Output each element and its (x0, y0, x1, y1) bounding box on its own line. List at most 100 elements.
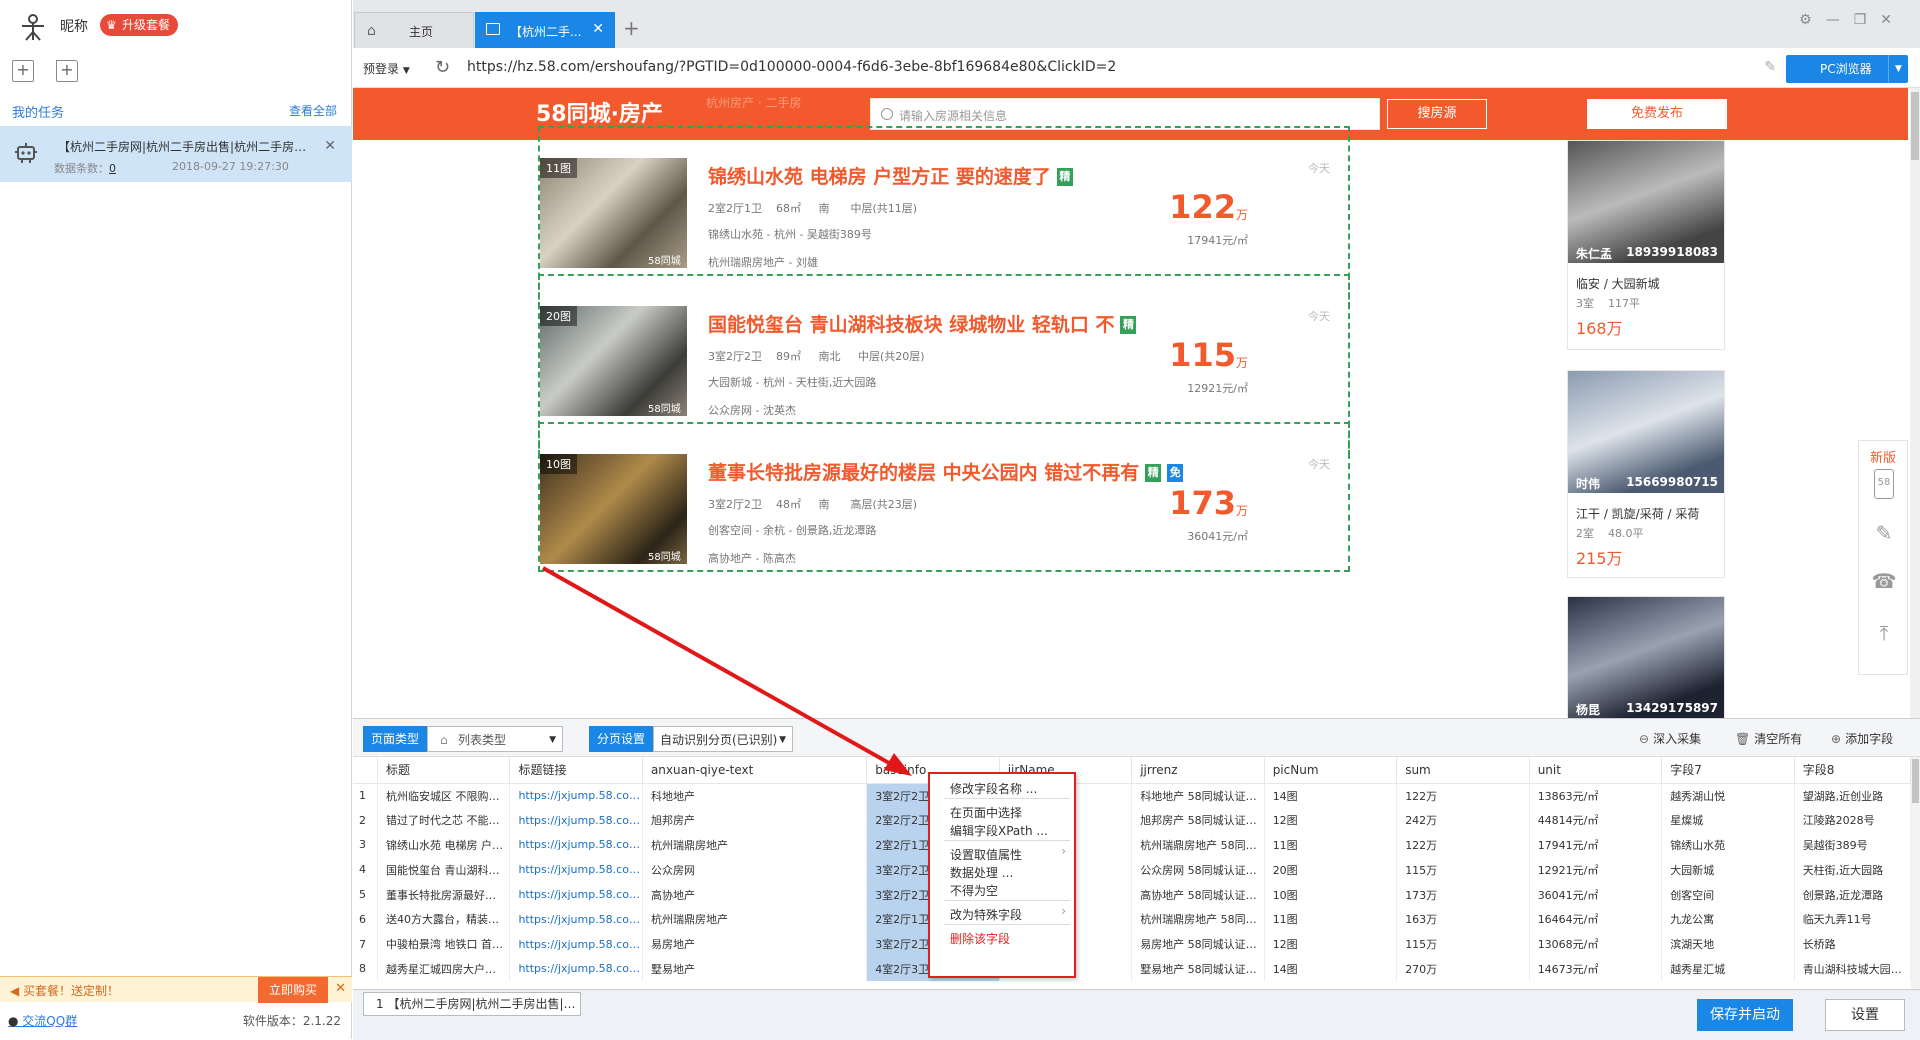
table-cell[interactable]: 大园新城 (1661, 857, 1795, 883)
column-header[interactable]: anxuan-qiye-text (642, 757, 868, 784)
table-cell[interactable]: 错过了时代之芯 不能… (377, 807, 511, 833)
column-header[interactable]: jjrrenz (1131, 757, 1265, 784)
table-cell[interactable]: 九龙公寓 (1661, 906, 1795, 932)
new-version-label[interactable]: 新版 (1859, 447, 1907, 466)
table-cell[interactable]: 11图 (1264, 906, 1398, 932)
task-item[interactable]: 【杭州二手房网|杭州二手房出售|杭州二手房… 数据条数：0 2018-09-27… (0, 126, 352, 182)
table-row[interactable]: 7 中骏柏景湾 地铁口 首… https://jxjump.58.com… 易房地产 3… (353, 931, 1911, 957)
column-header[interactable]: 标题链接 (509, 757, 643, 784)
table-cell[interactable]: https://jxjump.58.com… (509, 931, 643, 957)
buy-now-button[interactable]: 立即购买 (258, 977, 328, 1003)
row-index[interactable]: 6 (353, 906, 378, 932)
side-listing-card[interactable]: 朱仁孟 18939918083 临安 / 大园新城 3室 117平 168万 (1567, 140, 1725, 350)
side-listing-card[interactable]: 时伟 15669980715 江干 / 凯旋/采荷 / 采荷 2室 48.0平 … (1567, 370, 1725, 578)
table-cell[interactable]: 122万 (1396, 832, 1530, 858)
table-cell[interactable]: 吴越街389号 (1794, 832, 1911, 858)
table-cell[interactable]: 易房地产 58同城认证… (1131, 931, 1265, 957)
table-row[interactable]: 1 杭州临安城区 不限购… https://jxjump.58.com… 科地地产 3室… (353, 783, 1911, 808)
table-cell[interactable]: 115万 (1396, 931, 1530, 957)
tab-home[interactable]: ⌂ 主页 (354, 12, 474, 48)
upgrade-button[interactable]: ♛ 升级套餐 (100, 14, 179, 36)
table-cell[interactable]: 16464元/㎡ (1529, 906, 1663, 932)
close-icon[interactable]: ✕ (324, 138, 336, 154)
row-index[interactable]: 5 (353, 882, 378, 907)
table-cell[interactable]: 242万 (1396, 807, 1530, 833)
column-header[interactable]: unit (1529, 757, 1663, 784)
table-cell[interactable]: 越秀星汇城四房大户… (377, 956, 511, 982)
close-icon[interactable]: ✕ (592, 21, 604, 37)
table-cell[interactable]: 36041元/㎡ (1529, 882, 1663, 907)
table-cell[interactable]: 20图 (1264, 857, 1398, 883)
table-cell[interactable]: 17941元/㎡ (1529, 832, 1663, 858)
table-cell[interactable]: 12921元/㎡ (1529, 857, 1663, 883)
view-all-link[interactable]: 查看全部 (289, 102, 337, 119)
task-count-value[interactable]: 0 (109, 162, 116, 175)
back-to-top-icon[interactable]: ⤒ (1871, 621, 1897, 651)
table-cell[interactable]: https://jxjump.58.com… (509, 882, 643, 907)
table-cell[interactable]: 杭州瑞鼎房地产 58同… (1131, 832, 1265, 858)
row-index[interactable]: 8 (353, 956, 378, 982)
table-row[interactable]: 8 越秀星汇城四房大户… https://jxjump.58.com… 墅易地产 4室2… (353, 956, 1911, 982)
save-start-button[interactable]: 保存并启动 (1697, 999, 1793, 1031)
scrollbar-thumb[interactable] (1912, 759, 1919, 803)
site-logo[interactable]: 58同城·房产 (536, 96, 663, 128)
table-cell[interactable]: 旭邦房产 58同城认证… (1131, 807, 1265, 833)
side-listing-card[interactable]: 杨昆 13429175897 (1567, 596, 1725, 718)
listing-title[interactable]: 国能悦玺台 青山湖科技板块 绿城物业 轻轨口 不精 (708, 310, 1137, 337)
table-cell[interactable]: 杭州瑞鼎房地产 (642, 832, 868, 858)
table-cell[interactable]: 公众房网 58同城认证… (1131, 857, 1265, 883)
table-cell[interactable]: 14图 (1264, 956, 1398, 982)
table-cell[interactable]: 墅易地产 58同城认证… (1131, 956, 1265, 982)
table-cell[interactable]: https://jxjump.58.com… (509, 832, 643, 858)
table-cell[interactable]: 越秀星汇城 (1661, 956, 1795, 982)
close-window-icon[interactable]: ✕ (1880, 12, 1906, 28)
table-cell[interactable]: 14673元/㎡ (1529, 956, 1663, 982)
browser-mode-button[interactable]: PC浏览器 ▼ (1786, 55, 1908, 83)
table-cell[interactable]: https://jxjump.58.com… (509, 807, 643, 833)
table-row[interactable]: 4 国能悦玺台 青山湖科… https://jxjump.58.com… 公众房网 3室… (353, 857, 1911, 883)
column-header[interactable]: sum (1396, 757, 1530, 784)
table-cell[interactable]: 13068元/㎡ (1529, 931, 1663, 957)
close-icon[interactable]: ✕ (335, 981, 346, 996)
edit-icon[interactable]: ✎ (1764, 59, 1776, 75)
minimize-icon[interactable]: — (1826, 12, 1854, 28)
table-cell[interactable]: 13863元/㎡ (1529, 783, 1663, 808)
table-row[interactable]: 2 错过了时代之芯 不能… https://jxjump.58.com… 旭邦房产 2室… (353, 807, 1911, 833)
table-row[interactable]: 3 锦绣山水苑 电梯房 户… https://jxjump.58.com… 杭州瑞鼎房… (353, 832, 1911, 858)
table-row[interactable]: 6 送40方大露台，精装… https://jxjump.58.com… 杭州瑞鼎房地… (353, 906, 1911, 932)
qq-group-link[interactable]: ● 交流QQ群 (8, 1012, 77, 1029)
menu-rename-field[interactable]: 修改字段名称 ... (950, 780, 1037, 797)
table-cell[interactable]: 10图 (1264, 882, 1398, 907)
add-field-button[interactable]: ⊕ 添加字段 (1831, 730, 1893, 747)
table-cell[interactable]: 杭州临安城区 不限购… (377, 783, 511, 808)
table-cell[interactable]: 送40方大露台，精装… (377, 906, 511, 932)
paging-select[interactable]: 自动识别分页(已识别) ▼ (653, 726, 793, 752)
listing-item[interactable]: 10图 58同城 董事长特批房源最好的楼层 中央公园内 错过不再有精免 3室2厅… (538, 422, 1350, 572)
table-cell[interactable]: 高协地产 58同城认证… (1131, 882, 1265, 907)
table-cell[interactable]: 临天九弄11号 (1794, 906, 1911, 932)
table-cell[interactable]: 天柱街,近大园路 (1794, 857, 1911, 883)
new-folder-icon[interactable]: + (56, 60, 78, 82)
search-button[interactable]: 搜房源 (1387, 99, 1487, 129)
page-tab[interactable]: 1 【杭州二手房网|杭州二手房出售|… (363, 992, 581, 1016)
table-cell[interactable]: 易房地产 (642, 931, 868, 957)
table-cell[interactable]: 青山湖科技城大园路1… (1794, 956, 1911, 982)
scrollbar-thumb[interactable] (1911, 92, 1919, 160)
menu-select-in-page[interactable]: 在页面中选择 (950, 804, 1022, 821)
menu-set-value-attr[interactable]: 设置取值属性 (950, 846, 1022, 863)
table-cell[interactable]: 锦绣山水苑 (1661, 832, 1795, 858)
settings-icon[interactable]: ⚙ (1799, 12, 1826, 28)
settings-button[interactable]: 设置 (1825, 999, 1905, 1031)
new-tab-button[interactable]: + (623, 16, 640, 40)
table-cell[interactable]: 长桥路 (1794, 931, 1911, 957)
row-index[interactable]: 7 (353, 931, 378, 957)
page-type-select[interactable]: ⌂ 列表类型 ▼ (427, 726, 563, 752)
table-cell[interactable]: 11图 (1264, 832, 1398, 858)
column-header[interactable]: picNum (1264, 757, 1398, 784)
url-field[interactable]: https://hz.58.com/ershoufang/?PGTID=0d10… (467, 59, 1116, 75)
service-icon[interactable]: ☎ (1871, 569, 1897, 599)
table-cell[interactable]: 科地地产 58同城认证… (1131, 783, 1265, 808)
table-cell[interactable]: https://jxjump.58.com… (509, 783, 643, 808)
table-cell[interactable]: 创景路,近龙潭路 (1794, 882, 1911, 907)
table-cell[interactable]: 163万 (1396, 906, 1530, 932)
